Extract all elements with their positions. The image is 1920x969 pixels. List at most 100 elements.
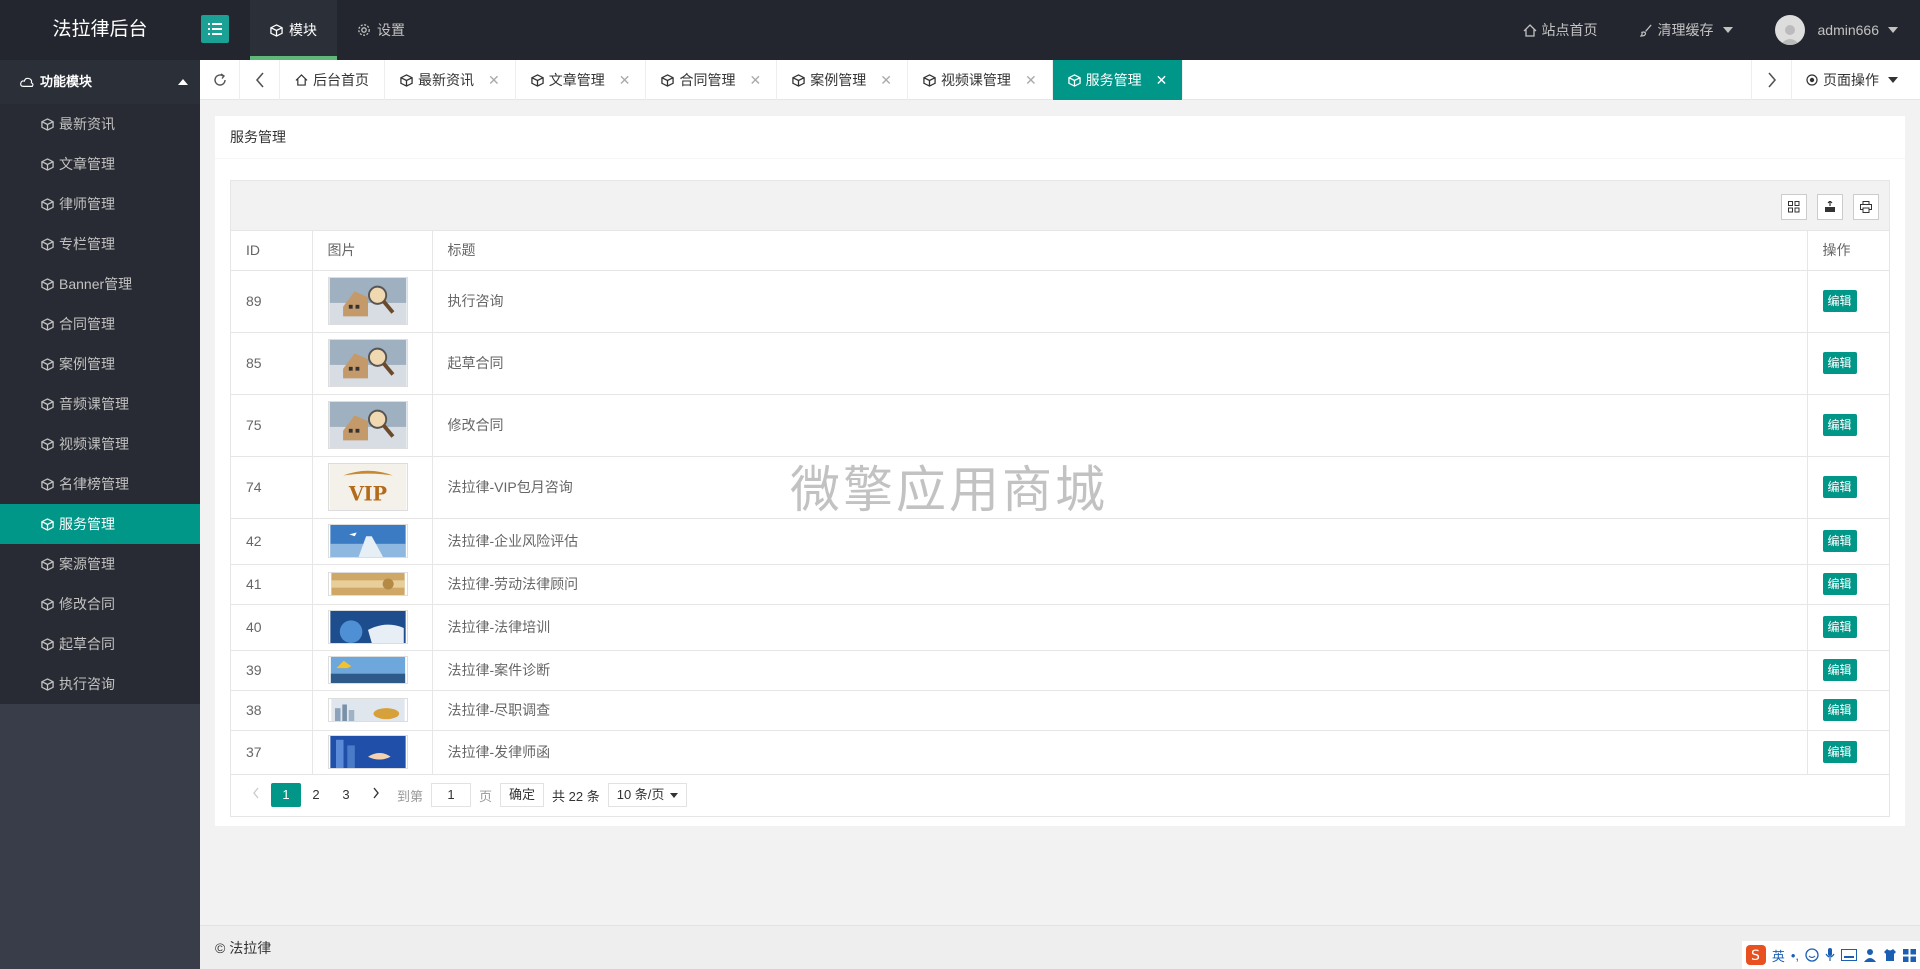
sidebar-item[interactable]: 执行咨询 <box>0 664 200 704</box>
sidebar-item[interactable]: 案源管理 <box>0 544 200 584</box>
page-3[interactable]: 3 <box>331 783 361 807</box>
edit-button[interactable]: 编辑 <box>1822 741 1857 763</box>
cell-actions: 编辑 <box>1807 456 1889 519</box>
thumbnail-image: VIP <box>327 463 408 511</box>
table-row[interactable]: 85 起草合同 编辑 <box>231 332 1889 395</box>
goto-page-input[interactable]: 1 <box>431 783 472 807</box>
edit-button[interactable]: 编辑 <box>1822 290 1857 312</box>
col-header-id[interactable]: ID <box>231 231 313 271</box>
edit-button[interactable]: 编辑 <box>1822 659 1857 681</box>
chevron-right-icon <box>1767 72 1776 88</box>
prev-page-button[interactable] <box>241 783 271 807</box>
sidebar-item[interactable]: 最新资讯 <box>0 104 200 144</box>
tabs-right-controls: 页面操作 <box>1751 60 1920 100</box>
tabs-scroll-right-button[interactable] <box>1751 60 1791 100</box>
per-page-select[interactable]: 10 条/页 <box>607 783 688 807</box>
cube-icon <box>41 557 54 571</box>
site-home-link[interactable]: 站点首页 <box>1523 20 1598 40</box>
table-row[interactable]: 40 法拉律-法律培训 编辑 <box>231 604 1889 651</box>
next-page-button[interactable] <box>361 783 391 807</box>
table-row[interactable]: 41 法拉律-劳动法律顾问 编辑 <box>231 564 1889 605</box>
tab[interactable]: 文章管理 ✕ <box>516 60 647 100</box>
menu-toggle-button[interactable] <box>201 15 229 43</box>
sidebar-item[interactable]: 律师管理 <box>0 184 200 224</box>
print-button[interactable] <box>1853 194 1879 220</box>
close-icon[interactable]: ✕ <box>1156 72 1168 89</box>
edit-button[interactable]: 编辑 <box>1822 573 1857 595</box>
cube-icon <box>792 73 805 87</box>
top-nav-modules[interactable]: 模块 <box>250 0 337 60</box>
sidebar-item-label: 音频课管理 <box>59 396 129 412</box>
table-row[interactable]: 89 执行咨询 编辑 <box>231 270 1889 333</box>
sidebar-item[interactable]: 案例管理 <box>0 344 200 384</box>
export-icon <box>1825 201 1835 212</box>
cube-icon <box>661 73 675 87</box>
close-icon[interactable]: ✕ <box>880 72 892 89</box>
chevron-down-icon <box>1722 27 1733 33</box>
edit-button[interactable]: 编辑 <box>1822 699 1857 721</box>
edit-button[interactable]: 编辑 <box>1822 476 1857 498</box>
app-logo[interactable]: 法拉律后台 <box>0 0 200 60</box>
close-icon[interactable]: ✕ <box>1025 72 1037 89</box>
goto-confirm-button[interactable]: 确定 <box>500 783 545 807</box>
thumbnail-image <box>327 401 408 449</box>
col-header-title[interactable]: 标题 <box>432 231 1808 271</box>
cube-icon <box>41 117 54 131</box>
sidebar-item[interactable]: 合同管理 <box>0 304 200 344</box>
table-row[interactable]: 75 修改合同 编辑 <box>231 394 1889 457</box>
cell-id: 75 <box>231 394 313 457</box>
user-menu[interactable]: admin666 <box>1774 15 1898 45</box>
sidebar-item[interactable]: 视频课管理 <box>0 424 200 464</box>
tabs-scroll-left-button[interactable] <box>240 60 280 100</box>
gear-icon <box>358 24 370 36</box>
shirt-icon <box>1884 949 1896 961</box>
total-count: 共 22 条 <box>552 788 600 804</box>
table-row[interactable]: 42 法拉律-企业风险评估 编辑 <box>231 518 1889 565</box>
page-1[interactable]: 1 <box>271 783 301 807</box>
cell-actions: 编辑 <box>1807 564 1889 605</box>
table-row[interactable]: 39 法拉律-案件诊断 编辑 <box>231 650 1889 691</box>
sidebar-item[interactable]: 专栏管理 <box>0 224 200 264</box>
table-row[interactable]: 38 法拉律-尽职调查 编辑 <box>231 690 1889 731</box>
refresh-button[interactable] <box>200 60 240 100</box>
sidebar-item[interactable]: 服务管理 <box>0 504 200 544</box>
sidebar-section-header[interactable]: 功能模块 <box>0 60 200 104</box>
sidebar-item[interactable]: Banner管理 <box>0 264 200 304</box>
cell-title: 修改合同 <box>432 394 1808 457</box>
page-2[interactable]: 2 <box>301 783 331 807</box>
tab[interactable]: 合同管理 ✕ <box>646 60 778 100</box>
tabs-bar: 后台首页 最新资讯 ✕ 文章管理 ✕ 合同管理 ✕ 案例管理 ✕ 视频课管理 ✕ 服务管理 ✕ 页面操作 <box>200 60 1920 100</box>
close-icon[interactable]: ✕ <box>749 72 761 89</box>
cube-icon <box>41 157 54 171</box>
cell-image <box>312 270 433 333</box>
cube-icon <box>41 277 54 291</box>
sidebar-item-label: 律师管理 <box>59 196 115 212</box>
tab[interactable]: 后台首页 <box>280 60 385 100</box>
tab[interactable]: 案例管理 ✕ <box>777 60 908 100</box>
edit-button[interactable]: 编辑 <box>1822 616 1857 638</box>
table-row[interactable]: 37 法拉律-发律师函 编辑 <box>231 730 1889 775</box>
tab[interactable]: 最新资讯 ✕ <box>385 60 516 100</box>
sidebar-item[interactable]: 名律榜管理 <box>0 464 200 504</box>
top-nav-settings[interactable]: 设置 <box>337 0 425 60</box>
sidebar-item[interactable]: 修改合同 <box>0 584 200 624</box>
tab[interactable]: 视频课管理 ✕ <box>908 60 1053 100</box>
sidebar-item-label: 服务管理 <box>59 516 115 532</box>
sidebar-item[interactable]: 文章管理 <box>0 144 200 184</box>
tab[interactable]: 服务管理 ✕ <box>1052 60 1184 100</box>
edit-button[interactable]: 编辑 <box>1822 530 1857 552</box>
columns-filter-button[interactable] <box>1781 194 1807 220</box>
export-button[interactable] <box>1817 194 1843 220</box>
edit-button[interactable]: 编辑 <box>1822 414 1857 436</box>
col-header-image[interactable]: 图片 <box>312 231 433 271</box>
col-header-actions[interactable]: 操作 <box>1807 231 1889 271</box>
top-header: 法拉律后台 模块 设置 站点首页 清理缓存 admin666 <box>0 0 1920 60</box>
sidebar-item[interactable]: 音频课管理 <box>0 384 200 424</box>
close-icon[interactable]: ✕ <box>619 72 631 89</box>
close-icon[interactable]: ✕ <box>488 72 500 89</box>
sidebar-item[interactable]: 起草合同 <box>0 624 200 664</box>
clear-cache-dropdown[interactable]: 清理缓存 <box>1639 20 1733 40</box>
ime-toolbar[interactable]: S 英 •, <box>1741 941 1920 969</box>
page-operations-dropdown[interactable]: 页面操作 <box>1791 60 1920 100</box>
edit-button[interactable]: 编辑 <box>1822 352 1857 374</box>
